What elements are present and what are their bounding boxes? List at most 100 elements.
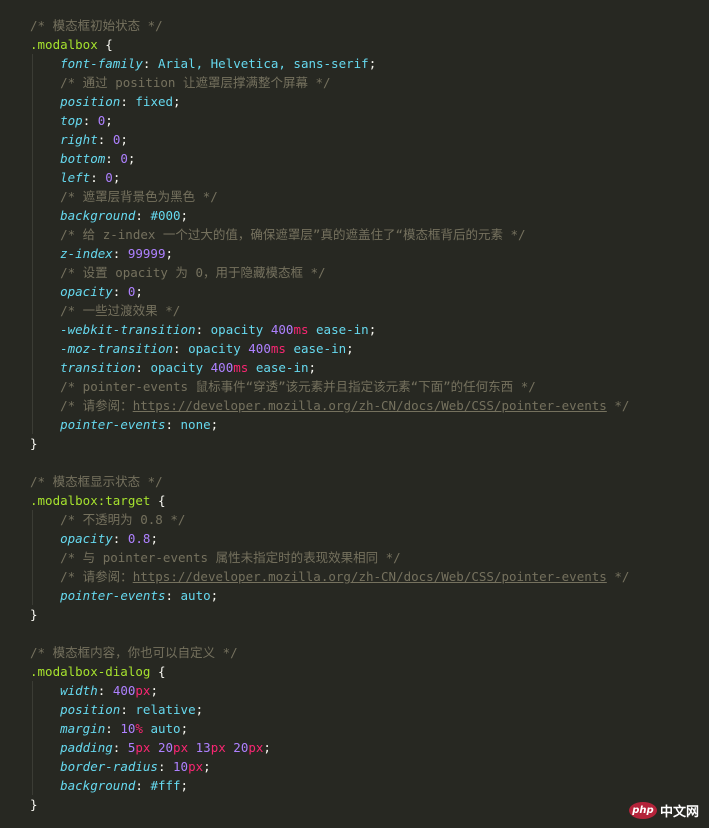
code-token: ms [233,360,249,375]
code-token: width [60,683,98,698]
code-line: /* 遮罩层背景色为黑色 */ [0,187,709,206]
code-token: : [157,759,174,774]
code-token: left [60,170,91,185]
code-token: { [150,664,166,679]
code-token: .modalbox-dialog [30,664,151,679]
code-token: -moz-transition [60,341,173,356]
code-token: opacity [188,341,249,356]
code-line: padding: 5px 20px 13px 20px; [0,738,709,757]
code-token: ; [165,246,174,261]
code-editor[interactable]: /* 模态框初始状态 */ .modalbox { font-family: Ar… [0,0,709,814]
code-token: ; [210,417,219,432]
code-line: pointer-events: auto; [0,586,709,605]
code-line: /* 通过 position 让遮罩层撑满整个屏幕 */ [0,73,709,92]
code-line: } [0,605,709,624]
code-token: ; [180,208,189,223]
code-line: background: #fff; [0,776,709,795]
code-token: } [30,607,38,622]
code-token: px [210,740,226,755]
code-token: z-index [60,246,113,261]
code-token: : [135,360,151,375]
code-line: top: 0; [0,111,709,130]
code-line: /* 模态框内容，你也可以自定义 */ [0,643,709,662]
code-line: .modalbox-dialog { [0,662,709,681]
code-line: opacity: 0.8; [0,529,709,548]
code-line: z-index: 99999; [0,244,709,263]
code-line: position: fixed; [0,92,709,111]
code-token: ease-in [285,341,347,356]
code-line: /* 请参阅：https://developer.mozilla.org/zh-… [0,567,709,586]
code-token: padding [60,740,113,755]
code-token: auto [180,588,211,603]
code-token: right [60,132,98,147]
doc-link[interactable]: https://developer.mozilla.org/zh-CN/docs… [133,398,607,413]
code-token: : [165,417,181,432]
code-token: : [195,322,211,337]
code-token: opacity [60,531,113,546]
code-token: ms [270,341,286,356]
code-token: transition [60,360,136,375]
doc-link[interactable]: https://developer.mozilla.org/zh-CN/docs… [133,569,607,584]
code-token: 13 [195,740,211,755]
code-token: /* 一些过渡效果 */ [60,303,181,318]
code-token: Arial, Helvetica, sans-serif [157,56,369,71]
code-token: : [120,702,136,717]
code-token: ; [127,151,136,166]
code-token: auto [142,721,181,736]
code-token: : [142,56,158,71]
code-token: ; [210,588,219,603]
code-token: ; [368,322,377,337]
code-token: ; [112,170,121,185]
code-token: opacity [60,284,113,299]
code-token: 20 [157,740,174,755]
code-token: margin [60,721,106,736]
code-line: } [0,434,709,453]
code-token: font-family [60,56,143,71]
code-token: : [105,721,121,736]
code-line: background: #000; [0,206,709,225]
code-token: px [188,759,204,774]
code-token: : [173,341,189,356]
code-token: ; [180,778,189,793]
code-line: /* 与 pointer-events 属性未指定时的表现效果相同 */ [0,548,709,567]
code-line: /* 设置 opacity 为 0，用于隐藏模态框 */ [0,263,709,282]
code-token: : [112,284,128,299]
code-token: ; [346,341,354,356]
code-line: pointer-events: none; [0,415,709,434]
code-line: font-family: Arial, Helvetica, sans-seri… [0,54,709,73]
watermark-logo: php 中文网 [628,801,699,820]
code-token: 0 [120,151,128,166]
code-line: } [0,795,709,814]
code-token: : [97,683,113,698]
code-token: px [173,740,189,755]
code-line: -moz-transition: opacity 400ms ease-in; [0,339,709,358]
code-token: ; [173,94,181,109]
code-token: : [112,531,128,546]
code-token: .modalbox [30,37,98,52]
code-token: -webkit-transition [60,322,196,337]
code-line: /* 模态框显示状态 */ [0,472,709,491]
code-token: .modalbox:target [30,493,151,508]
code-line: width: 400px; [0,681,709,700]
